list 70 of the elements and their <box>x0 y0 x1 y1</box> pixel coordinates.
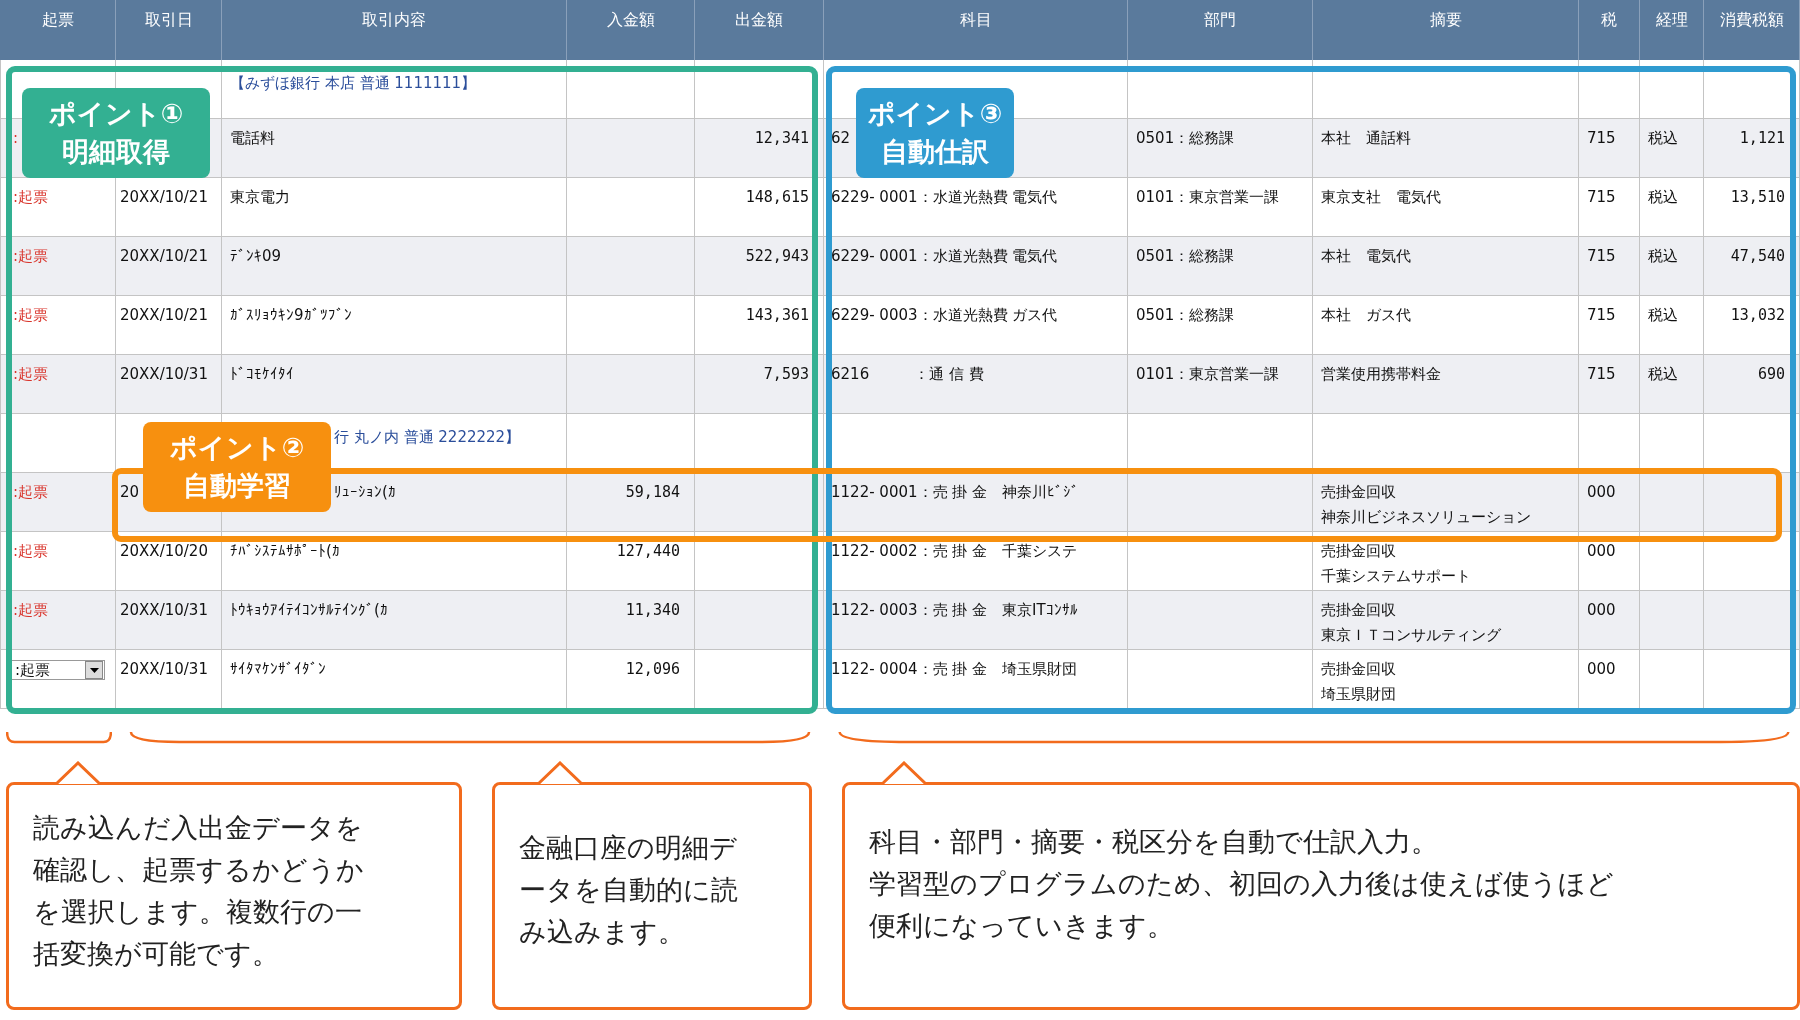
summary-line: 営業使用携帯料金 <box>1321 365 1441 384</box>
transaction-cell: 電話料 <box>222 119 567 178</box>
tax-code: 000 <box>1579 591 1640 650</box>
withdrawal-amount: 522,943 <box>695 237 824 296</box>
accounting-cell: 税込 <box>1640 355 1704 414</box>
accounting-cell <box>1640 473 1704 532</box>
account-cell: 1122- 0004：売 掛 金 埼玉県財団 <box>824 650 1128 709</box>
column-header: 消費税額 <box>1704 0 1800 60</box>
callout-text: 読み込んだ入出金データを確認し、起票するかどうかを選択します。複数行の一括変換が可能です。 <box>33 811 365 971</box>
withdrawal-amount: 7,593 <box>695 355 824 414</box>
summary-line: 売掛金回収 <box>1321 483 1396 502</box>
summary-line: 千葉システムサポート <box>1321 567 1471 586</box>
summary-line: 売掛金回収 <box>1321 660 1396 679</box>
callout-text: 科目・部門・摘要・税区分を自動で仕訳入力。 学習型のプログラムのため、初回の入力後は使えば使うほど 便利になっていきます。 <box>869 825 1615 943</box>
point-label: ポイント② 自動学習 <box>143 422 331 512</box>
voucher-status: :起票 <box>0 237 116 296</box>
summary-line: 神奈川ビジネスソリューション <box>1321 508 1531 527</box>
summary-line: 本社 電気代 <box>1321 247 1411 266</box>
date-cell: 20XX/10/21 <box>116 237 222 296</box>
department-cell: 0501：総務課 <box>1128 237 1313 296</box>
department-cell: 0101：東京営業一課 <box>1128 355 1313 414</box>
tax-code: 715 <box>1579 237 1640 296</box>
column-header: 経理 <box>1640 0 1704 60</box>
voucher-status: :起票 <box>0 355 116 414</box>
summary-line: 東京支社 電気代 <box>1321 188 1441 207</box>
summary-line: 本社 ガス代 <box>1321 306 1411 325</box>
callout-text: 金融口座の明細データを自動的に読み込みます。 <box>519 831 739 949</box>
account-cell: 6229- 0001：水道光熱費 電気代 <box>824 237 1128 296</box>
column-header: 出金額 <box>695 0 824 60</box>
point-label: ポイント① 明細取得 <box>22 88 210 178</box>
tax-code: 000 <box>1579 473 1640 532</box>
account-cell: 1122- 0003：売 掛 金 東京ITｺﾝｻﾙ <box>824 591 1128 650</box>
column-header: 摘要 <box>1313 0 1579 60</box>
column-header: 起票 <box>0 0 116 60</box>
summary-line: 東京ＩＴコンサルティング <box>1321 626 1501 645</box>
column-header: 入金額 <box>567 0 695 60</box>
deposit-amount: 11,340 <box>567 591 695 650</box>
column-header: 部門 <box>1128 0 1313 60</box>
tax-code: 715 <box>1579 355 1640 414</box>
voucher-status: :起票 <box>0 591 116 650</box>
tax-amount: 47,540 <box>1704 237 1800 296</box>
account-cell: 1122- 0001：売 掛 金 神奈川ﾋﾞｼﾞ <box>824 473 1128 532</box>
date-cell: 20XX/10/31 <box>116 650 222 709</box>
tax-amount: 1,121 <box>1704 119 1800 178</box>
accounting-cell: 税込 <box>1640 237 1704 296</box>
transaction-cell: ﾄｳｷｮｳｱｲﾃｲｺﾝｻﾙﾃｲﾝｸﾞ(ｶ <box>222 591 567 650</box>
transaction-cell: ﾃﾞﾝｷ09 <box>222 237 567 296</box>
column-header: 取引内容 <box>222 0 567 60</box>
department-cell: 0501：総務課 <box>1128 119 1313 178</box>
column-header: 取引日 <box>116 0 222 60</box>
date-cell: 20XX/10/31 <box>116 591 222 650</box>
accounting-cell <box>1640 591 1704 650</box>
transaction-cell: ﾄﾞｺﾓｹｲﾀｲ <box>222 355 567 414</box>
point-label: ポイント③ 自動仕訳 <box>856 88 1014 178</box>
column-header: 科目 <box>824 0 1128 60</box>
withdrawal-amount: 12,341 <box>695 119 824 178</box>
tax-code: 715 <box>1579 119 1640 178</box>
deposit-amount: 59,184 <box>567 473 695 532</box>
tax-amount: 690 <box>1704 355 1800 414</box>
column-header: 税 <box>1579 0 1640 60</box>
tax-code: 000 <box>1579 650 1640 709</box>
account-cell: 6216 ：通 信 費 <box>824 355 1128 414</box>
summary-line: 本社 通話料 <box>1321 129 1411 148</box>
transaction-cell: ｻｲﾀﾏｹﾝｻﾞｲﾀﾞﾝ <box>222 650 567 709</box>
accounting-cell: 税込 <box>1640 119 1704 178</box>
summary-line: 埼玉県財団 <box>1321 685 1396 704</box>
summary-line: 売掛金回収 <box>1321 601 1396 620</box>
date-cell: 20XX/10/31 <box>116 355 222 414</box>
summary-line: 売掛金回収 <box>1321 542 1396 561</box>
deposit-amount: 12,096 <box>567 650 695 709</box>
